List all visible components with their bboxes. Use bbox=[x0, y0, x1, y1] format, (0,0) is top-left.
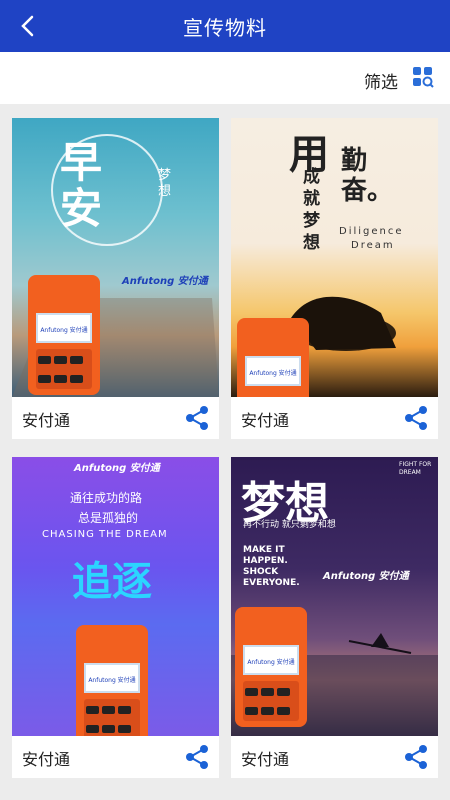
poster-headline: 早安 bbox=[60, 138, 103, 233]
poster-brand: Anfutong 安付通 bbox=[74, 463, 160, 474]
card-footer: 安付通 bbox=[12, 736, 219, 778]
card-footer: 安付通 bbox=[231, 736, 438, 778]
poster-image: 用 成就梦想 勤奋。 Diligence Dream Anfutong 安付通 bbox=[231, 118, 438, 397]
poster-card[interactable]: Anfutong 安付通 通往成功的路 总是孤独的 CHASING THE DR… bbox=[12, 457, 219, 778]
poster-vertical-text: 梦想 bbox=[158, 168, 172, 199]
share-icon[interactable] bbox=[402, 743, 430, 771]
pos-screen-brand: Anfutong 安付通 bbox=[40, 327, 88, 334]
poster-image: FIGHT FOR DREAM 梦想 再不行动 就只剩梦和想 MAKE IT H… bbox=[231, 457, 438, 736]
share-icon[interactable] bbox=[183, 404, 211, 432]
card-footer: 安付通 bbox=[231, 397, 438, 439]
card-label: 安付通 bbox=[241, 750, 290, 769]
page-title: 宣传物料 bbox=[183, 16, 267, 40]
poster-subheadline: 勤奋。 bbox=[341, 146, 394, 206]
grid-search-icon[interactable] bbox=[412, 66, 434, 88]
pos-screen-brand: Anfutong 安付通 bbox=[88, 677, 136, 684]
pos-terminal: Anfutong 安付通 bbox=[76, 625, 148, 736]
poster-brand: Anfutong 安付通 bbox=[122, 276, 208, 287]
poster-card[interactable]: FIGHT FOR DREAM 梦想 再不行动 就只剩梦和想 MAKE IT H… bbox=[231, 457, 438, 778]
pos-screen-brand: Anfutong 安付通 bbox=[249, 370, 297, 377]
filter-button[interactable]: 筛选 bbox=[364, 68, 398, 93]
poster-image: Anfutong 安付通 通往成功的路 总是孤独的 CHASING THE DR… bbox=[12, 457, 219, 736]
share-icon[interactable] bbox=[183, 743, 211, 771]
pos-screen-brand: Anfutong 安付通 bbox=[247, 659, 295, 666]
poster-english-1: Diligence bbox=[339, 226, 404, 237]
poster-headline: 追逐 bbox=[72, 559, 152, 605]
poster-line-1: 通往成功的路 bbox=[70, 491, 143, 505]
card-label: 安付通 bbox=[22, 411, 71, 430]
card-label: 安付通 bbox=[22, 750, 71, 769]
card-label: 安付通 bbox=[241, 411, 290, 430]
poster-card[interactable]: 用 成就梦想 勤奋。 Diligence Dream Anfutong 安付通 … bbox=[231, 118, 438, 439]
pos-terminal: Anfutong 安付通 bbox=[28, 275, 100, 395]
share-icon[interactable] bbox=[402, 404, 430, 432]
poster-vertical-text: 成就梦想 bbox=[303, 167, 320, 253]
card-footer: 安付通 bbox=[12, 397, 219, 439]
poster-line-2: 总是孤独的 bbox=[78, 511, 139, 525]
poster-english: CHASING THE DREAM bbox=[42, 529, 168, 540]
poster-image: 早安 梦想 Anfutong 安付通 Anfutong 安付通 bbox=[12, 118, 219, 397]
poster-english-2: Dream bbox=[351, 240, 395, 251]
pos-terminal: Anfutong 安付通 bbox=[235, 607, 307, 727]
filter-bar: 筛选 bbox=[0, 52, 450, 104]
app-header: 宣传物料 bbox=[0, 0, 450, 52]
pos-terminal: Anfutong 安付通 bbox=[237, 318, 309, 397]
poster-card[interactable]: 早安 梦想 Anfutong 安付通 Anfutong 安付通 安付通 bbox=[12, 118, 219, 439]
